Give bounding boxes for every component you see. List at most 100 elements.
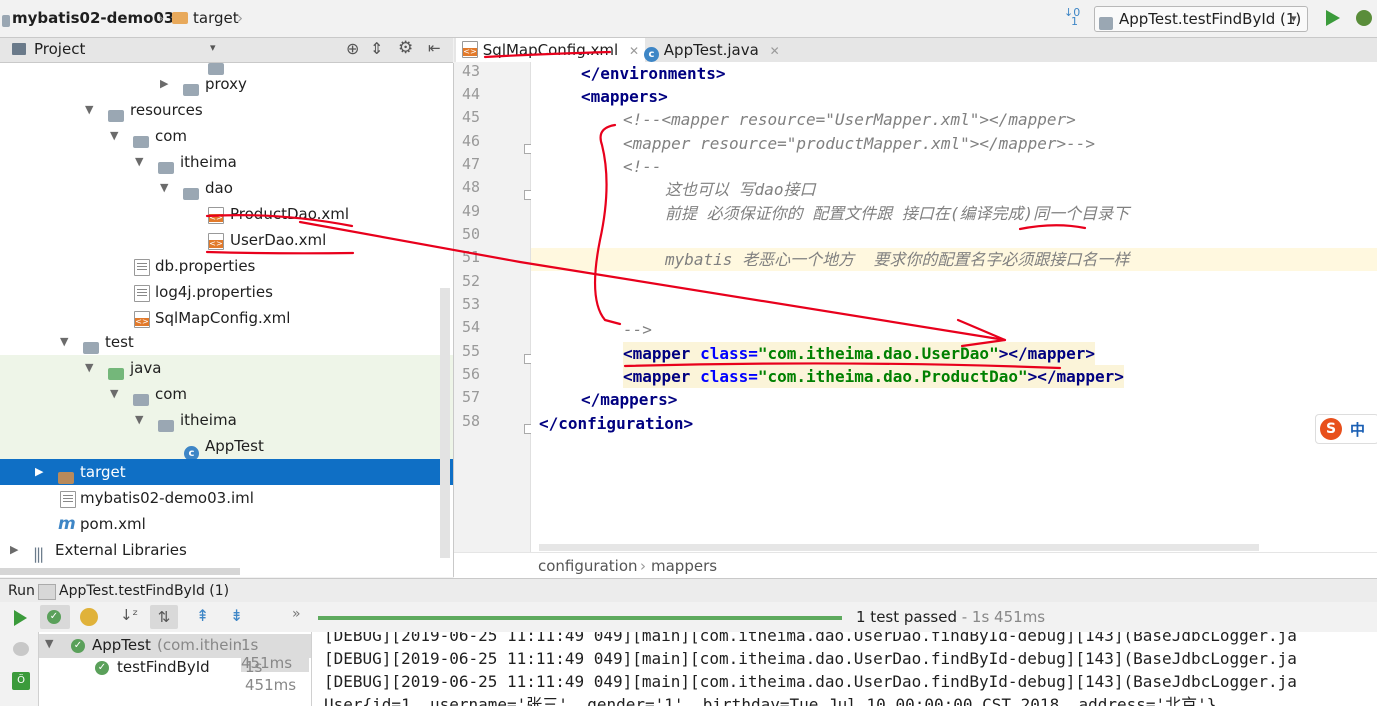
locate-icon[interactable]: ⊕	[346, 39, 359, 58]
tree-row-db-properties[interactable]: db.properties	[0, 253, 453, 279]
run-config-icon	[38, 584, 56, 600]
chevron-down-icon[interactable]: ▾	[210, 41, 216, 54]
project-view-label[interactable]: Project	[34, 40, 85, 58]
tab-label: SqlMapConfig.xml	[482, 41, 619, 59]
export-results-icon[interactable]: Ö	[12, 672, 30, 690]
tree-row-sqlmapconfig-xml[interactable]: SqlMapConfig.xml	[0, 305, 453, 331]
xml-file-icon	[462, 41, 478, 58]
breadcrumb-project[interactable]: mybatis02-demo03	[12, 9, 174, 27]
chevron-down-icon[interactable]: ▼	[60, 329, 68, 355]
line-number-gutter: 43 44 45 46 47 48 49 50 51 52 53 54 55 5…	[454, 62, 534, 552]
run-tool-label[interactable]: Run	[8, 579, 35, 603]
tree-row-userdao-xml[interactable]: UserDao.xml	[0, 227, 453, 253]
show-ignored-icon[interactable]	[80, 608, 98, 626]
show-passed-toggle[interactable]: ✓	[40, 605, 70, 629]
breadcrumb-configuration[interactable]: configuration	[538, 553, 638, 579]
code-line-58: </configuration>	[539, 414, 694, 433]
chevron-right-icon: ›	[237, 9, 243, 27]
tree-row-label: External Libraries	[55, 541, 187, 559]
pin-icon[interactable]	[13, 642, 29, 656]
code-line-56: <mapper class="com.itheima.dao.ProductDa…	[623, 365, 1124, 388]
tree-row-log4j-properties[interactable]: log4j.properties	[0, 279, 453, 305]
project-icon	[12, 43, 26, 55]
vertical-scrollbar[interactable]	[440, 288, 450, 558]
chevron-down-icon[interactable]: ▼	[135, 407, 143, 433]
close-icon[interactable]: ✕	[770, 44, 780, 58]
tree-row-iml[interactable]: mybatis02-demo03.iml	[0, 485, 453, 511]
breadcrumb-mappers[interactable]: mappers	[651, 553, 717, 579]
project-panel-header: Project ▾ ⊕ ⇕ ⚙ ⇤	[0, 38, 453, 63]
horizontal-scrollbar[interactable]	[539, 544, 1259, 551]
line-number: 53	[461, 295, 480, 313]
chevron-down-icon[interactable]: ▼	[45, 637, 53, 650]
sort-duration-toggle[interactable]: ⇅	[150, 605, 178, 629]
chevron-down-icon[interactable]: ▼	[160, 175, 168, 201]
tree-row-label: itheima	[180, 411, 237, 429]
test-results-tree: ▼ ✓ AppTest (com.itheima 1s 451ms ✓ test…	[39, 632, 312, 706]
test-case-time: 1s 451ms	[245, 658, 297, 694]
folder-icon	[172, 9, 188, 27]
tree-row-resources[interactable]: ▼ resources	[0, 97, 453, 123]
collapse-all-icon[interactable]: ⇟	[230, 606, 243, 625]
tree-row-apptest[interactable]: c AppTest	[0, 433, 453, 461]
tree-row-itheima-test[interactable]: ▼ itheima	[0, 407, 453, 433]
tree-row-target[interactable]: ▶ target	[0, 459, 453, 485]
tree-row-label: mybatis02-demo03.iml	[80, 489, 254, 507]
test-status: 1 test passed - 1s 451ms	[856, 608, 1046, 626]
passed-icon: ✓	[71, 639, 85, 653]
tab-sqlmapconfig[interactable]: SqlMapConfig.xml ✕	[456, 38, 646, 62]
chevron-down-icon[interactable]: ▼	[110, 381, 118, 407]
tree-row-test[interactable]: ▼ test	[0, 329, 453, 355]
breadcrumb-folder[interactable]: target	[193, 9, 239, 27]
tree-row-dao[interactable]: ▼ dao	[0, 175, 453, 201]
tree-row-label: AppTest	[205, 437, 264, 455]
sort-binary-icon[interactable]: ↓0 1	[1064, 7, 1080, 27]
rerun-icon[interactable]	[14, 610, 27, 626]
gear-icon[interactable]: ⚙	[398, 38, 413, 58]
tree-row-external-libraries[interactable]: ▶ ||| External Libraries	[0, 537, 453, 563]
tree-row-label: UserDao.xml	[230, 231, 327, 249]
chevron-down-icon[interactable]: ▼	[85, 97, 93, 123]
run-configuration-select[interactable]: AppTest.testFindById (1) ▾	[1094, 6, 1308, 32]
tree-row-com-test[interactable]: ▼ com	[0, 381, 453, 407]
console-output[interactable]: [DEBUG][2019-06-25 11:11:49 049][main][c…	[312, 632, 1377, 706]
console-line: [DEBUG][2019-06-25 11:11:49 049][main][c…	[324, 649, 1297, 668]
more-icon[interactable]: »	[292, 606, 301, 622]
test-suite-row[interactable]: ▼ ✓ AppTest (com.itheima 1s 451ms	[39, 634, 311, 672]
tree-row-productdao-xml[interactable]: ProductDao.xml	[0, 201, 453, 227]
chevron-down-icon[interactable]: ▼	[85, 355, 93, 381]
chevron-right-icon[interactable]: ▶	[10, 537, 18, 563]
tree-row-label: com	[155, 385, 188, 403]
test-progress-bar	[318, 616, 842, 620]
line-number: 56	[461, 365, 480, 383]
test-case-row[interactable]: ✓ testFindById 1s 451ms	[39, 656, 311, 694]
code-line-55: <mapper class="com.itheima.dao.UserDao">…	[623, 342, 1096, 365]
run-config-tab[interactable]: AppTest.testFindById (1)	[59, 579, 229, 603]
tab-apptest[interactable]: c AppTest.java ✕	[638, 38, 786, 62]
run-config-label: AppTest.testFindById (1)	[1119, 10, 1302, 28]
expand-all-icon[interactable]: ⇞	[196, 606, 209, 625]
tree-row-proxy[interactable]: ▶ proxy	[0, 71, 453, 97]
run-toolbar: ✓ ↓ᶻ ⇅ ⇞ ⇟ » 1 test passed - 1s 451ms	[0, 602, 1377, 633]
chevron-right-icon[interactable]: ▶	[35, 459, 43, 485]
console-line: [DEBUG][2019-06-25 11:11:49 049][main][c…	[324, 672, 1297, 691]
collapse-all-icon[interactable]: ⇕	[370, 39, 383, 58]
run-icon[interactable]	[1326, 10, 1340, 26]
debug-icon[interactable]	[1356, 10, 1372, 26]
code-editor[interactable]: </environments> <mappers> <!--<mapper re…	[531, 62, 1377, 552]
sort-alpha-icon[interactable]: ↓ᶻ	[120, 606, 138, 624]
tree-row-label: test	[105, 333, 134, 351]
tree-row-java[interactable]: ▼ java	[0, 355, 453, 381]
hide-panel-icon[interactable]: ⇤	[428, 39, 441, 57]
tree-row-label: com	[155, 127, 188, 145]
line-number: 43	[461, 62, 480, 80]
horizontal-scrollbar[interactable]	[0, 568, 240, 575]
chevron-down-icon[interactable]: ▼	[110, 123, 118, 149]
ime-indicator[interactable]: S 中	[1315, 414, 1377, 444]
tree-row-pom-xml[interactable]: m pom.xml	[0, 511, 453, 537]
tree-row-com[interactable]: ▼ com	[0, 123, 453, 149]
chevron-right-icon[interactable]: ▶	[160, 71, 168, 97]
tree-row-itheima[interactable]: ▼ itheima	[0, 149, 453, 175]
check-icon: ✓	[47, 610, 61, 624]
chevron-down-icon[interactable]: ▼	[135, 149, 143, 175]
